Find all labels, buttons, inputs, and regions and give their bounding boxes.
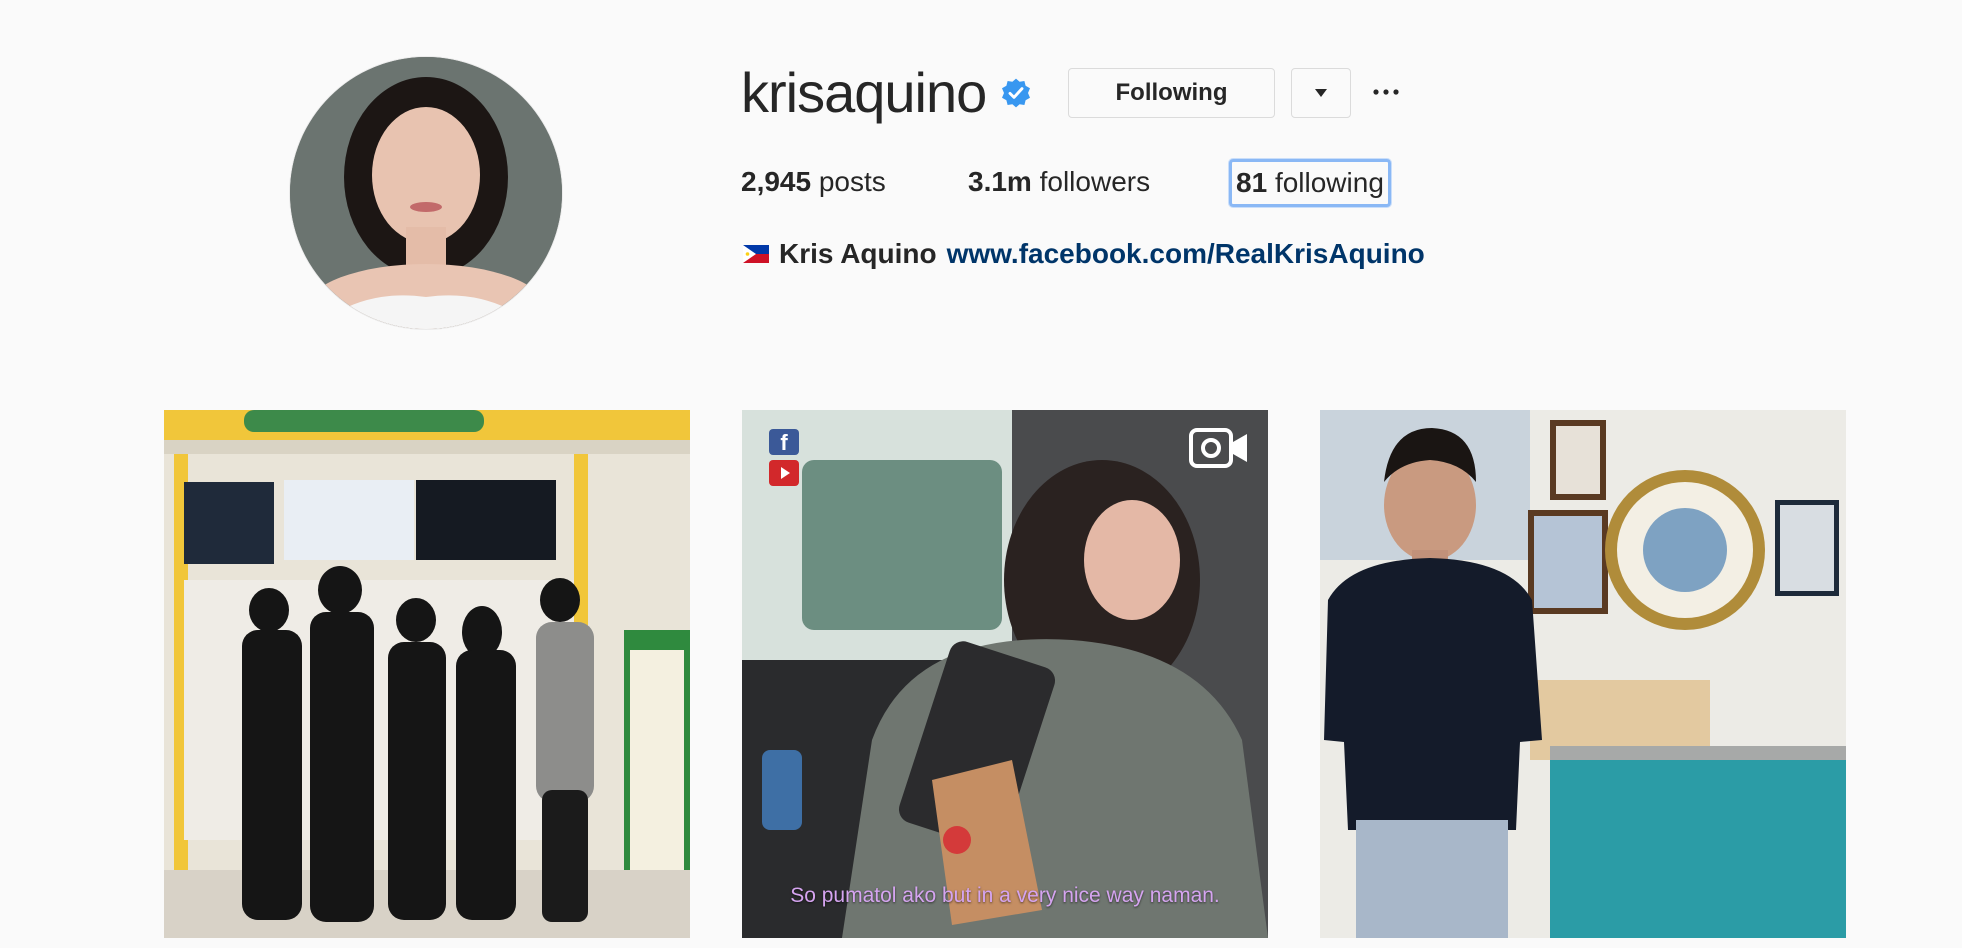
post-video-caption: So pumatol ako but in a very nice way na… (790, 884, 1220, 907)
followers-link[interactable]: 3.1m followers (968, 162, 1150, 202)
profile-external-link[interactable]: www.facebook.com/RealKrisAquino (947, 234, 1425, 274)
following-label: following (1274, 167, 1384, 198)
post-thumbnail-3[interactable] (1320, 410, 1846, 938)
posts-count: 2,945 (741, 166, 812, 197)
profile-bio: Kris Aquino www.facebook.com/RealKrisAqu… (743, 234, 1425, 274)
youtube-icon (769, 460, 799, 486)
profile-full-name: Kris Aquino (779, 238, 937, 269)
verified-badge-icon (1002, 78, 1031, 108)
following-count: 81 (1236, 167, 1268, 198)
facebook-icon: f (769, 429, 799, 455)
caret-down-icon (1315, 89, 1327, 97)
following-button[interactable]: Following (1068, 68, 1275, 118)
post-thumbnail-2[interactable]: f So pumatol ako but in a very nice way … (742, 410, 1268, 938)
philippines-flag-icon (743, 245, 769, 263)
video-camera-icon (1189, 428, 1247, 468)
profile-avatar[interactable] (290, 57, 562, 329)
ellipsis-icon (1373, 89, 1399, 95)
username-row: krisaquino (741, 58, 1032, 128)
suggestions-dropdown-button[interactable] (1291, 68, 1351, 118)
followers-label: followers (1039, 166, 1151, 197)
following-link[interactable]: 81 following (1229, 159, 1391, 207)
post-thumbnail-1[interactable] (164, 410, 690, 938)
post-image-2 (742, 410, 1268, 938)
post-image-3 (1320, 410, 1846, 938)
post-image-1 (164, 410, 690, 938)
more-options-button[interactable] (1369, 72, 1403, 112)
avatar-image (290, 57, 562, 329)
posts-label: posts (818, 166, 886, 197)
profile-username: krisaquino (741, 61, 987, 124)
followers-count: 3.1m (968, 166, 1032, 197)
posts-count-stat: 2,945 posts (741, 162, 886, 202)
